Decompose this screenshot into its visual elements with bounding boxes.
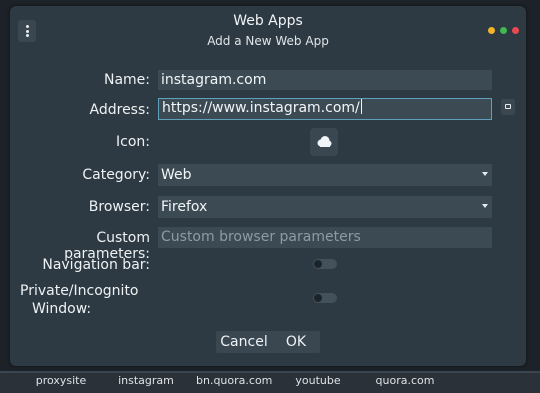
fetch-favicon-button[interactable]: [501, 99, 515, 115]
download-icon: [505, 104, 511, 109]
chevron-down-icon: [482, 204, 488, 208]
browser-label: Browser:: [88, 199, 150, 215]
taskbar: proxysite instagram bn.quora.com youtube…: [0, 371, 540, 393]
address-value: https://www.instagram.com/: [162, 100, 360, 116]
minimize-button[interactable]: [488, 27, 495, 34]
custom-parameters-field[interactable]: Custom browser parameters: [158, 227, 492, 248]
text-caret: [360, 99, 362, 114]
window-title: Web Apps: [233, 13, 303, 29]
browser-value: Firefox: [161, 199, 208, 215]
cloud-icon: [317, 136, 332, 147]
icon-label: Icon:: [116, 134, 150, 150]
maximize-button[interactable]: [500, 27, 507, 34]
taskbar-tab[interactable]: proxysite: [30, 374, 92, 387]
cancel-button[interactable]: Cancel: [218, 331, 270, 353]
window-subtitle: Add a New Web App: [207, 34, 329, 48]
private-window-label: Private/Incognito Window:: [20, 283, 142, 317]
web-apps-dialog: Web Apps Add a New Web App Name: instagr…: [10, 6, 526, 366]
icon-chooser-button[interactable]: [310, 128, 338, 156]
name-field[interactable]: instagram.com: [158, 70, 492, 90]
title-bar: Web Apps Add a New Web App: [10, 6, 526, 58]
chevron-down-icon: [482, 172, 488, 176]
taskbar-tab[interactable]: bn.quora.com: [196, 374, 272, 387]
ok-button[interactable]: OK: [274, 331, 318, 353]
private-label-line2: Window:: [32, 301, 92, 317]
category-dropdown[interactable]: Web: [158, 164, 492, 186]
category-label: Category:: [82, 167, 150, 183]
address-label: Address:: [89, 102, 150, 118]
close-button[interactable]: [512, 27, 519, 34]
private-label-line1: Private/Incognito: [20, 283, 139, 299]
private-window-toggle[interactable]: [313, 293, 337, 303]
taskbar-tab[interactable]: instagram: [112, 374, 180, 387]
category-value: Web: [161, 167, 192, 183]
navigation-bar-toggle[interactable]: [313, 259, 337, 269]
taskbar-tab[interactable]: youtube: [290, 374, 346, 387]
name-label: Name:: [103, 72, 150, 88]
navigation-bar-label: Navigation bar:: [42, 257, 150, 273]
taskbar-tab[interactable]: quora.com: [372, 374, 438, 387]
browser-dropdown[interactable]: Firefox: [158, 196, 492, 218]
address-field[interactable]: https://www.instagram.com/: [158, 98, 492, 120]
dialog-button-bar: Cancel OK: [216, 331, 320, 353]
